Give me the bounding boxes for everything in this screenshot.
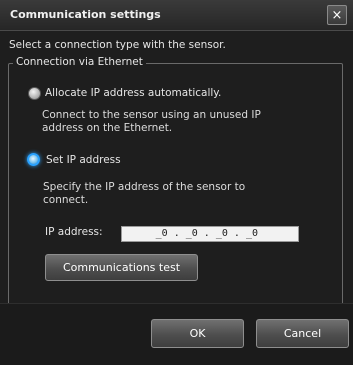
set-ip-label[interactable]: Set IP address xyxy=(46,154,121,166)
communications-test-button[interactable]: Communications test xyxy=(45,254,198,281)
radio-set-ip[interactable] xyxy=(27,153,40,166)
communication-settings-dialog: Communication settings × Select a connec… xyxy=(0,0,353,365)
title-bar: Communication settings × xyxy=(0,0,353,31)
group-label: Connection via Ethernet xyxy=(13,56,146,68)
close-button[interactable]: × xyxy=(327,5,347,25)
close-icon: × xyxy=(331,8,343,23)
ip-address-input[interactable]: _0 . _0 . _0 . _0 xyxy=(121,226,299,242)
dialog-title: Communication settings xyxy=(10,8,161,21)
allocate-auto-description-line-1: Connect to the sensor using an unused IP xyxy=(42,109,261,121)
cancel-button[interactable]: Cancel xyxy=(256,319,349,348)
ok-button[interactable]: OK xyxy=(151,319,244,348)
intro-text: Select a connection type with the sensor… xyxy=(9,39,226,51)
ip-address-label: IP address: xyxy=(45,226,103,238)
set-ip-description-line-2: connect. xyxy=(43,194,89,206)
allocate-auto-label[interactable]: Allocate IP address automatically. xyxy=(45,87,221,99)
allocate-auto-description-line-2: address on the Ethernet. xyxy=(42,122,173,134)
radio-allocate-auto[interactable] xyxy=(28,87,41,100)
set-ip-description-line-1: Specify the IP address of the sensor to xyxy=(43,181,246,193)
dialog-footer: OK Cancel xyxy=(0,303,353,365)
